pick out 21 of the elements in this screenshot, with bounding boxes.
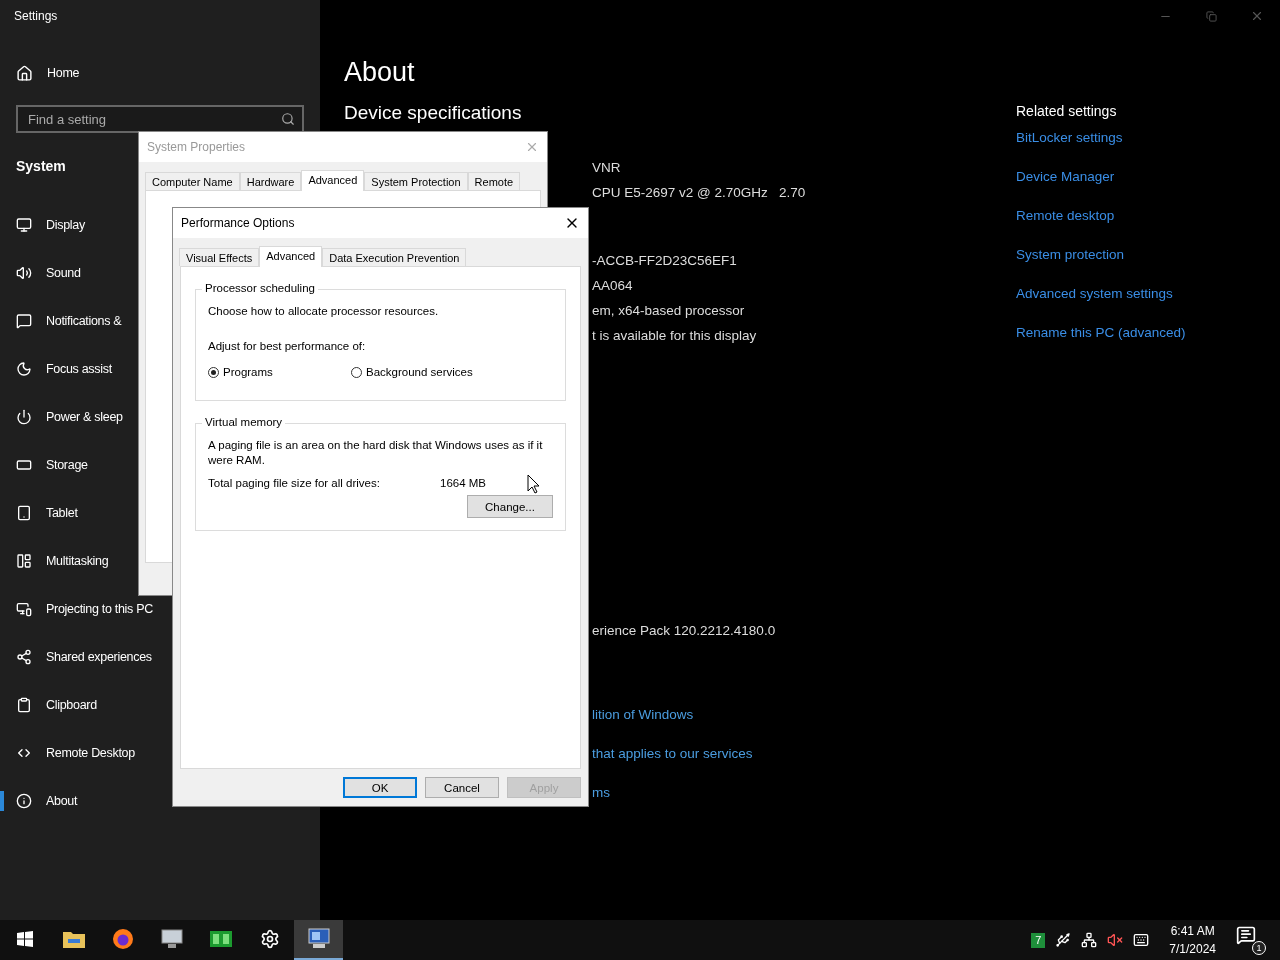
spec-value: -ACCB-FF2D23C56EF1 — [592, 252, 738, 270]
section-heading: Device specifications — [344, 101, 523, 125]
description-text: Choose how to allocate processor resources. — [208, 304, 440, 319]
spec-value: em, x64-based processor — [592, 302, 746, 320]
dialog-title: System Properties — [147, 140, 246, 154]
group-legend: Processor scheduling — [202, 282, 318, 294]
spec-value: AA064 — [592, 277, 634, 295]
group-legend: Virtual memory — [202, 416, 286, 428]
paging-size-value: 1664 MB — [440, 477, 487, 489]
spec-value: VNR — [592, 159, 622, 177]
dialog-title: Performance Options — [181, 216, 295, 230]
section-heading: System — [16, 157, 66, 176]
paging-size-label: Total paging file size for all drives: — [208, 477, 381, 489]
window-title: Settings — [13, 8, 59, 25]
prompt-text: Adjust for best performance of: — [208, 339, 367, 354]
description-text: A paging file is an area on the hard disk that Windows uses as if it were RAM. — [208, 438, 544, 468]
spec-value: t is available for this display — [592, 327, 758, 345]
spec-value: erience Pack 120.2212.4180.0 — [592, 622, 777, 640]
page-title: About — [344, 56, 416, 89]
spec-value: CPU E5-2697 v2 @ 2.70GHz 2.70 — [592, 184, 807, 202]
related-settings-heading: Related settings — [1016, 102, 1118, 121]
